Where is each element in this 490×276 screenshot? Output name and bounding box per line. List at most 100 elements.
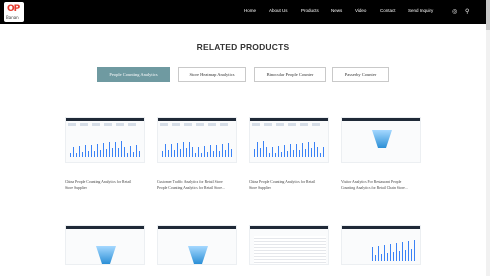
thumbnail-bar [411, 249, 413, 261]
thumbnail-bar [216, 144, 218, 157]
product-title[interactable]: Visitor Analytics For Restaurant People … [341, 180, 421, 191]
thumbnail-bar [183, 142, 185, 157]
globe-icon[interactable]: ◎ [452, 8, 457, 16]
page-scrollbar[interactable] [486, 0, 490, 276]
site-logo[interactable]: OP Banan [4, 2, 24, 22]
thumbnail-bar [287, 151, 289, 157]
tab-passerby-counter[interactable]: Passerby Counter [332, 67, 389, 82]
thumbnail-bar [174, 149, 176, 157]
thumbnail-bar [314, 141, 316, 157]
product-thumbnail[interactable] [157, 225, 237, 265]
thumbnail-bar [130, 146, 132, 157]
thumbnail-bar [222, 143, 224, 157]
product-title-line1: Customer Traffic Analytics for Retail St… [157, 180, 223, 184]
thumbnail-kpis [68, 123, 144, 127]
nav-home[interactable]: Home [244, 8, 256, 13]
thumbnail-bar-chart [162, 139, 234, 157]
thumbnail-bar [399, 250, 401, 261]
thumbnail-bar [414, 240, 416, 261]
section-title: RELATED PRODUCTS [196, 42, 290, 52]
nav-send-inquiry[interactable]: Send Inquiry [408, 8, 433, 13]
thumbnail-bar [94, 150, 96, 157]
thumbnail-funnel [188, 246, 208, 264]
thumbnail-funnel [96, 246, 116, 264]
thumbnail-bar [198, 146, 200, 157]
thumbnail-bar [228, 143, 230, 157]
nav-video[interactable]: Video [355, 8, 366, 13]
logo-mark: OP [7, 4, 20, 14]
thumbnail-bar [278, 145, 280, 157]
product-thumbnail[interactable] [341, 225, 421, 265]
thumbnail-bar [73, 146, 75, 157]
nav-products[interactable]: Products [301, 8, 319, 13]
thumbnail-bar [323, 146, 325, 157]
thumbnail-bar [82, 151, 84, 157]
thumbnail-bar [225, 149, 227, 157]
nav-about-us[interactable]: About Us [269, 8, 288, 13]
thumbnail-bar [121, 140, 123, 157]
thumbnail-bar [133, 152, 135, 157]
tab-people-counting-analytics[interactable]: People Counting Analytics [97, 67, 170, 82]
thumbnail-bar [186, 148, 188, 157]
tab-store-heatmap-analytics[interactable]: Store Heatmap Analytics [178, 67, 246, 82]
product-thumbnail[interactable] [65, 225, 145, 265]
thumbnail-topbar [342, 226, 420, 229]
tab-binocular-people-counter[interactable]: Binocular People Counter [254, 67, 326, 82]
thumbnail-bar [136, 145, 138, 157]
thumbnail-bar [124, 146, 126, 157]
thumbnail-bar [127, 152, 129, 157]
thumbnail-bar [405, 249, 407, 261]
thumbnail-bar [79, 146, 81, 157]
thumbnail-bar [254, 148, 256, 157]
thumbnail-bar [390, 243, 392, 261]
thumbnail-bar [91, 144, 93, 157]
product-thumbnail[interactable] [341, 117, 421, 163]
product-title-line1: China People Counting Analytics for Reta… [249, 180, 316, 184]
thumbnail-bar [272, 146, 274, 157]
product-title-line2: People Counting Analytics for Retail Sto… [157, 185, 225, 190]
thumbnail-bar [139, 151, 141, 157]
search-icon[interactable]: ⚲ [465, 8, 469, 16]
thumbnail-bar [263, 141, 265, 157]
product-thumbnail[interactable] [249, 225, 329, 265]
thumbnail-bar [299, 149, 301, 157]
thumbnail-bar [85, 145, 87, 157]
thumbnail-bar [266, 147, 268, 157]
thumbnail-bar [97, 143, 99, 157]
thumbnail-bar [204, 146, 206, 157]
thumbnail-bar [260, 148, 262, 157]
thumbnail-bar [375, 254, 377, 261]
product-title[interactable]: Customer Traffic Analytics for Retail St… [157, 180, 237, 191]
thumbnail-bar [168, 150, 170, 157]
thumbnail-bar [284, 145, 286, 157]
scrollbar-thumb[interactable] [486, 0, 490, 30]
product-title[interactable]: China People Counting Analytics for Reta… [65, 180, 145, 191]
thumbnail-bar [162, 151, 164, 157]
product-thumbnail[interactable] [157, 117, 237, 163]
thumbnail-bar [165, 144, 167, 157]
product-thumbnail[interactable] [249, 117, 329, 163]
thumbnail-bar [100, 149, 102, 157]
thumbnail-bar [210, 145, 212, 157]
thumbnail-bar [109, 142, 111, 157]
thumbnail-bar-chart [254, 139, 326, 157]
product-title-line1: Visitor Analytics For Restaurant People [341, 180, 402, 184]
product-thumbnail[interactable] [65, 117, 145, 163]
thumbnail-bar [311, 148, 313, 157]
thumbnail-bar-chart [372, 237, 418, 261]
thumbnail-bar [372, 246, 374, 261]
thumbnail-bar [381, 253, 383, 261]
thumbnail-bar [378, 245, 380, 261]
product-title[interactable]: China People Counting Analytics for Reta… [249, 180, 329, 191]
thumbnail-bar [103, 143, 105, 157]
thumbnail-kpis [252, 123, 328, 127]
nav-contact[interactable]: Contact [380, 8, 396, 13]
site-header: OP Banan Home About Us Products News Vid… [0, 0, 486, 24]
thumbnail-bar [231, 149, 233, 157]
thumbnail-kpis [160, 123, 236, 127]
thumbnail-bar [118, 147, 120, 157]
thumbnail-topbar [250, 118, 328, 121]
nav-news[interactable]: News [331, 8, 342, 13]
thumbnail-funnel [372, 130, 392, 148]
thumbnail-bar [296, 143, 298, 157]
